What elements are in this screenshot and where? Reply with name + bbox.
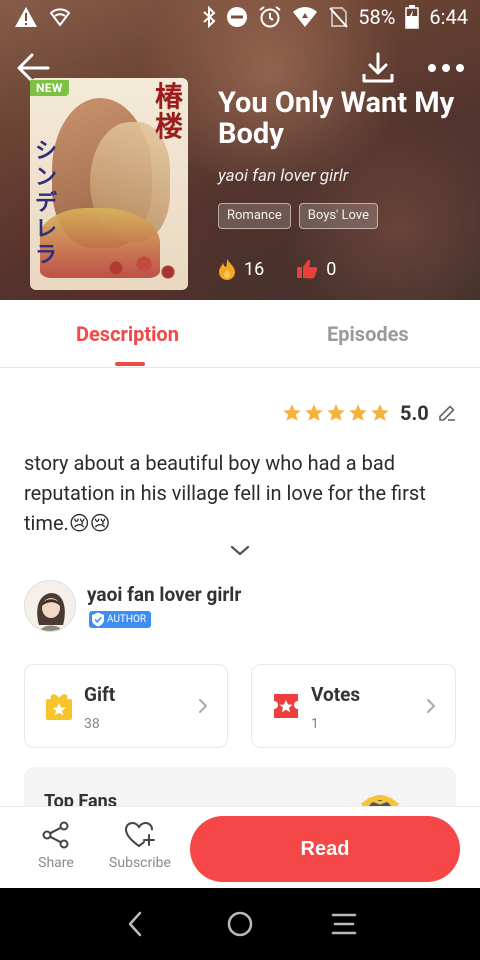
edit-rating-icon[interactable] xyxy=(437,403,457,423)
clock: 6:44 xyxy=(429,5,468,29)
more-horizontal-icon xyxy=(428,64,464,72)
status-bar: 58% 6:44 xyxy=(0,0,480,36)
do-not-disturb-icon xyxy=(227,7,248,27)
share-label: Share xyxy=(38,855,74,871)
star-rating xyxy=(282,403,390,423)
gift-count: 38 xyxy=(84,716,100,732)
ticket-icon xyxy=(274,694,298,718)
likes-count: 16 xyxy=(244,258,265,280)
tag-boys-love[interactable]: Boys' Love xyxy=(298,203,378,229)
genre-tags: Romance Boys' Love xyxy=(218,203,378,229)
gift-icon xyxy=(46,694,72,720)
cover-title-art: 椿楼 xyxy=(154,80,183,143)
tab-bar: Description Episodes xyxy=(0,300,480,368)
tag-romance[interactable]: Romance xyxy=(218,203,291,229)
author-name[interactable]: yaoi fan lover girlr xyxy=(87,583,241,606)
votes-card[interactable]: Votes 1 xyxy=(251,664,456,748)
new-badge: NEW xyxy=(30,80,69,96)
book-author-link[interactable]: yaoi fan lover girlr xyxy=(218,166,348,186)
description-text: story about a beautiful boy who had a ba… xyxy=(24,451,426,535)
cover-art-flowers xyxy=(100,248,180,288)
star-icon xyxy=(327,404,345,421)
gift-label: Gift xyxy=(84,683,116,706)
book-detail-screen: 58% 6:44 椿楼 シ ン デ レ ラ NEW You Only Want … xyxy=(0,0,480,960)
thumbs-down-icon xyxy=(297,260,318,279)
chevron-right-icon xyxy=(199,699,207,713)
author-badge-label: AUTHOR xyxy=(107,614,147,625)
author-avatar[interactable] xyxy=(24,580,76,632)
rating-row: 5.0 xyxy=(282,401,457,425)
heart-plus-icon xyxy=(124,821,155,847)
share-icon xyxy=(42,821,69,849)
system-home-button[interactable] xyxy=(222,908,258,940)
votes-label: Votes xyxy=(311,683,361,706)
bluetooth-icon xyxy=(203,6,216,28)
dislikes-stat[interactable]: 0 xyxy=(296,259,336,280)
system-back-button[interactable] xyxy=(118,908,154,940)
star-icon xyxy=(371,404,389,421)
battery-charging-icon xyxy=(405,5,420,29)
download-icon xyxy=(362,52,394,83)
alert-icon xyxy=(15,7,37,27)
star-icon xyxy=(349,404,367,421)
system-navigation-bar xyxy=(0,888,480,960)
nav-home-icon xyxy=(227,911,253,937)
read-button[interactable]: Read xyxy=(190,816,460,882)
star-icon xyxy=(283,404,301,421)
book-stats: 16 0 xyxy=(218,258,368,280)
gift-card[interactable]: Gift 38 xyxy=(24,664,228,748)
tab-description[interactable]: Description xyxy=(76,322,179,346)
nav-recents-icon xyxy=(331,913,357,935)
votes-count: 1 xyxy=(311,716,319,732)
nav-back-icon xyxy=(128,911,142,937)
avatar-image xyxy=(25,581,75,631)
flame-icon xyxy=(219,259,235,280)
system-recents-button[interactable] xyxy=(326,908,362,940)
share-button[interactable]: Share xyxy=(21,821,91,871)
wifi-outline-icon xyxy=(50,8,70,27)
download-button[interactable] xyxy=(360,50,396,86)
cover-subtitle-art: シンデレラ xyxy=(34,138,57,268)
tab-episodes[interactable]: Episodes xyxy=(327,322,409,346)
battery-percent: 58% xyxy=(358,5,396,29)
status-bar-right: 58% 6:44 xyxy=(202,5,468,29)
likes-stat[interactable]: 16 xyxy=(218,258,264,280)
status-bar-left xyxy=(14,6,70,28)
chevron-right-icon xyxy=(427,699,435,713)
verified-shield-icon xyxy=(92,612,104,627)
rating-value: 5.0 xyxy=(400,401,429,425)
more-options-button[interactable] xyxy=(424,58,468,78)
subscribe-label: Subscribe xyxy=(109,855,171,871)
book-cover[interactable]: 椿楼 シンデレラ xyxy=(30,78,188,290)
chevron-down-icon[interactable] xyxy=(229,544,251,558)
no-sim-icon xyxy=(329,7,349,28)
bottom-action-bar: Share Subscribe Read xyxy=(0,806,480,888)
author-badge: AUTHOR xyxy=(89,611,152,628)
subscribe-button[interactable]: Subscribe xyxy=(105,821,175,871)
book-title: You Only Want My Body xyxy=(218,86,455,151)
star-icon xyxy=(305,404,323,421)
dislikes-count: 0 xyxy=(326,258,337,280)
active-tab-indicator xyxy=(115,362,145,366)
wifi-signal-icon xyxy=(293,7,318,27)
alarm-icon xyxy=(259,6,281,28)
